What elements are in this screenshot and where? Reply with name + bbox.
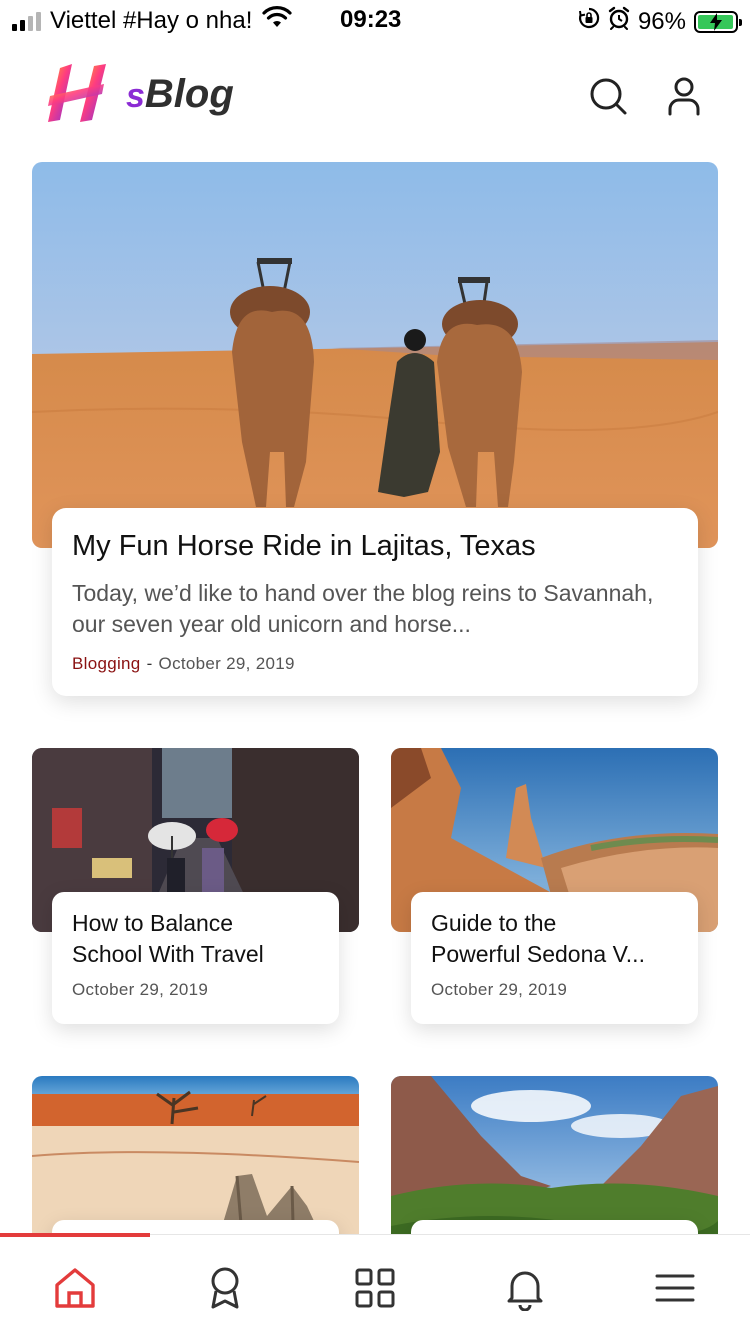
- featured-post-excerpt: Today, we’d like to hand over the blog r…: [72, 580, 654, 637]
- bottom-nav: [0, 1233, 750, 1334]
- post-date: October 29, 2019: [158, 654, 295, 673]
- post-title-line[interactable]: Powerful Sedona V...: [431, 939, 678, 970]
- award-icon[interactable]: [202, 1265, 248, 1311]
- meta-separator: -: [146, 654, 153, 673]
- battery-charging-icon: [694, 10, 742, 33]
- search-icon[interactable]: [586, 74, 630, 118]
- category-link[interactable]: Blogging: [72, 654, 141, 673]
- featured-post-meta: Blogging - October 29, 2019: [72, 654, 678, 674]
- bell-icon[interactable]: [502, 1265, 548, 1312]
- signal-icon: [12, 11, 41, 31]
- post-title-line[interactable]: Guide to the: [431, 908, 678, 939]
- menu-icon[interactable]: [652, 1265, 698, 1311]
- logo-blog: Blog: [144, 72, 234, 116]
- status-right: 96%: [578, 6, 742, 37]
- status-time: 09:23: [340, 6, 402, 33]
- post-card[interactable]: How to Balance School With Travel Octobe…: [52, 892, 339, 1024]
- featured-post-title[interactable]: My Fun Horse Ride in Lajitas, Texas: [72, 528, 678, 564]
- post-card[interactable]: Guide to the Powerful Sedona V... Octobe…: [411, 892, 698, 1024]
- post-date: October 29, 2019: [431, 980, 568, 999]
- battery-percent: 96%: [637, 7, 686, 35]
- orientation-lock-icon: [578, 7, 600, 36]
- featured-post-image[interactable]: [32, 162, 718, 548]
- grid-icon[interactable]: [352, 1265, 398, 1311]
- app-header: sBlog: [0, 50, 750, 146]
- logo-s: s: [126, 77, 145, 115]
- logo-text: sBlog: [126, 74, 234, 114]
- logo[interactable]: sBlog: [46, 62, 234, 124]
- home-icon[interactable]: [52, 1265, 98, 1311]
- status-bar: Viettel #Hay o nha! 09:23 96%: [0, 0, 750, 42]
- nav-active-indicator: [0, 1233, 150, 1237]
- logo-mark-icon: [48, 64, 106, 122]
- post-date: October 29, 2019: [72, 980, 209, 999]
- post-title-line[interactable]: How to Balance: [72, 908, 319, 939]
- wifi-icon: [262, 6, 292, 35]
- post-title-line[interactable]: School With Travel: [72, 939, 319, 970]
- alarm-icon: [608, 6, 630, 37]
- carrier-name: Viettel #Hay o nha!: [50, 6, 253, 34]
- featured-post-card[interactable]: My Fun Horse Ride in Lajitas, Texas Toda…: [52, 508, 698, 696]
- status-left: Viettel #Hay o nha!: [12, 6, 292, 35]
- user-icon[interactable]: [662, 74, 706, 118]
